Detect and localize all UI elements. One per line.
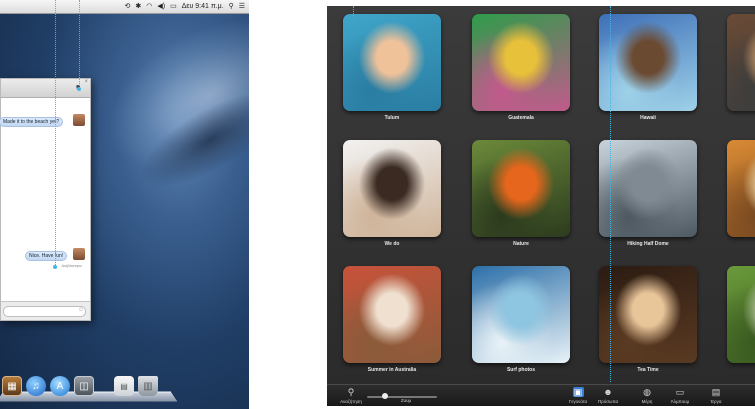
event-title: Summer in Australia — [367, 367, 417, 373]
tab-projects[interactable]: ▤ Έργα — [703, 387, 729, 404]
event-title: Hawaii — [640, 115, 656, 121]
zoom-slider-thumb[interactable] — [381, 393, 388, 399]
avatar — [73, 114, 85, 126]
message-bubble-reply: Nice. Have fun! — [25, 251, 68, 261]
messages-window: × ■ Made it to the beach yet? Nice. Have… — [0, 78, 91, 321]
tab-label: Γεγονότα — [568, 399, 588, 404]
event-thumbnail[interactable] — [727, 14, 755, 111]
time-machine-icon[interactable]: ⟲ — [124, 1, 130, 13]
callout-guide-line — [353, 6, 354, 18]
event-title: Guatemala — [508, 115, 534, 121]
itunes-icon[interactable]: ♫ — [26, 376, 46, 396]
callout-guide-dot — [53, 265, 57, 269]
albums-icon: ▭ — [675, 387, 685, 397]
event-title: Surf photos — [506, 367, 536, 373]
dock: ▦ ♫ A ◫ ▤ ▥ — [0, 372, 178, 402]
message-bubble-outgoing: Made it to the beach yet? — [0, 117, 64, 127]
events-icon: ▣ — [572, 387, 584, 397]
tab-label: Μέρη — [641, 399, 653, 404]
faces-icon: ☻ — [603, 387, 613, 397]
event-title: Nature — [513, 241, 529, 247]
message-input[interactable] — [3, 306, 86, 317]
zoom-label: Ζουμ — [400, 398, 412, 403]
tab-label: Έργα — [710, 399, 722, 404]
battery-icon[interactable]: ▭ — [170, 1, 177, 13]
event-title: Hiking Half Dome — [627, 241, 669, 247]
volume-icon[interactable]: ◀) — [157, 1, 165, 13]
read-receipt: Διαβάστηκε — [61, 263, 82, 268]
tab-label: Άλμπουμ — [670, 399, 690, 404]
search-control[interactable]: ⚲ Αναζήτηση — [337, 387, 365, 404]
search-icon: ⚲ — [347, 387, 355, 397]
tab-albums[interactable]: ▭ Άλμπουμ — [667, 387, 693, 404]
emoji-icon[interactable]: ☺ — [78, 306, 84, 315]
tab-places[interactable]: ◍ Μέρη — [634, 387, 660, 404]
bottom-toolbar: ⚲ Αναζήτηση Ζουμ ▣ Γεγονότα ☻ Πρόσωπα ◍ Μέρη ▭… — [327, 384, 755, 406]
notification-center-icon[interactable]: ☰ — [239, 1, 245, 13]
mac-desktop: ⟲ ✱ ◠ ◀) ▭ Δευ 9:41 π.μ. ⚲ ☰ × ■ Made it… — [0, 0, 249, 409]
projects-icon: ▤ — [711, 387, 721, 397]
event-thumbnail[interactable] — [599, 14, 697, 111]
event-thumbnail[interactable] — [599, 266, 697, 363]
event-title: Tulum — [384, 115, 400, 121]
tab-label: Πρόσωπα — [597, 399, 619, 404]
event-title: We do — [384, 241, 400, 247]
iphoto-window: Tulum Guatemala Hawaii We do Nature Hiking Ha… — [327, 6, 755, 406]
menu-bar: ⟲ ✱ ◠ ◀) ▭ Δευ 9:41 π.μ. ⚲ ☰ — [0, 0, 249, 14]
tab-faces[interactable]: ☻ Πρόσωπα — [595, 387, 621, 404]
app-store-icon[interactable]: A — [50, 376, 70, 396]
conversation-transcript: Made it to the beach yet? Nice. Have fun… — [0, 98, 90, 302]
bluetooth-icon[interactable]: ✱ — [135, 1, 141, 13]
places-icon: ◍ — [643, 387, 651, 397]
photo-stack-icon[interactable]: ▦ — [2, 376, 22, 396]
event-thumbnail[interactable] — [472, 14, 570, 111]
preview-icon[interactable]: ◫ — [74, 376, 94, 396]
event-thumbnail[interactable] — [472, 266, 570, 363]
event-thumbnail[interactable] — [599, 140, 697, 237]
spotlight-icon[interactable]: ⚲ — [229, 1, 234, 13]
close-icon[interactable]: × — [84, 79, 88, 85]
trash-icon[interactable]: ▥ — [138, 376, 158, 396]
message-compose-bar: ☺ — [1, 301, 90, 320]
callout-guide-line — [55, 0, 56, 267]
wifi-icon[interactable]: ◠ — [146, 1, 152, 13]
callout-guide-line — [79, 0, 80, 88]
event-thumbnail[interactable] — [343, 266, 441, 363]
event-thumbnail[interactable] — [343, 140, 441, 237]
event-thumbnail[interactable] — [472, 140, 570, 237]
event-title: Tea Time — [637, 367, 659, 373]
event-thumbnail[interactable] — [727, 140, 755, 237]
tab-events[interactable]: ▣ Γεγονότα — [565, 387, 591, 404]
avatar — [73, 248, 85, 260]
documents-icon[interactable]: ▤ — [114, 376, 134, 396]
event-thumbnail[interactable] — [727, 266, 755, 363]
menubar-clock[interactable]: Δευ 9:41 π.μ. — [182, 1, 224, 13]
event-thumbnail[interactable] — [343, 14, 441, 111]
search-label: Αναζήτηση — [340, 399, 362, 404]
callout-guide-line — [610, 6, 611, 382]
callout-guide-dot — [77, 87, 81, 91]
